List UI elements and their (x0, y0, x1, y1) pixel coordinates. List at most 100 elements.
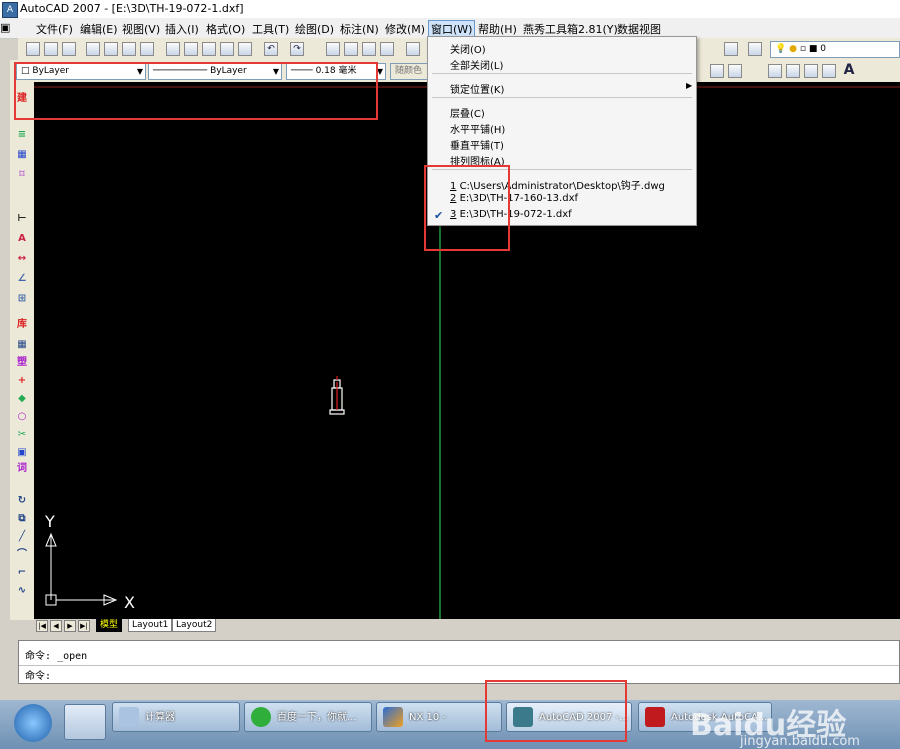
menu-item-cascade[interactable]: 层叠(C) (450, 105, 485, 120)
menu-yanxiu-toolbox[interactable]: 燕秀工具箱2.81(Y) (523, 21, 618, 37)
start-button-icon[interactable] (14, 704, 52, 742)
zoom-previous-icon[interactable] (380, 42, 394, 56)
circle-icon[interactable]: ○ (15, 410, 29, 424)
build-icon[interactable]: 建 (15, 92, 29, 106)
menu-data-view[interactable]: 数据视图 (617, 21, 661, 37)
shape-icon[interactable]: ◆ (15, 392, 29, 406)
menu-format[interactable]: 格式(O) (206, 21, 245, 37)
menu-edit[interactable]: 编辑(E) (80, 21, 118, 37)
autocad-icon[interactable]: A (2, 2, 18, 18)
text-icon[interactable]: A (842, 63, 856, 78)
pan-icon[interactable] (326, 42, 340, 56)
toolpalette-icon[interactable] (724, 42, 738, 56)
taskbar-nx[interactable]: NX 10 - (376, 702, 502, 732)
select-icon[interactable]: ⌑ (15, 168, 29, 182)
color-dropdown[interactable]: □ ByLayer ▼ (16, 63, 146, 80)
menu-draw[interactable]: 绘图(D) (295, 21, 334, 37)
match-properties-icon[interactable] (220, 42, 234, 56)
table-icon[interactable] (822, 64, 836, 78)
last-tab-icon[interactable]: ▶| (78, 620, 90, 632)
menu-item-file-1[interactable]: 1 C:\Users\Administrator\Desktop\钩子.dwg (450, 177, 665, 192)
dim-linear-icon[interactable]: ⊢ (15, 212, 29, 226)
move-icon[interactable] (710, 64, 724, 78)
pinned-app-icon[interactable] (64, 704, 106, 740)
palette-icon[interactable]: ▦ (15, 148, 29, 162)
layer-manager-icon[interactable] (748, 42, 762, 56)
menu-item-lock-position[interactable]: 锁定位置(K) (450, 81, 504, 96)
layers-icon[interactable]: ≡ (15, 128, 29, 142)
linetype-dropdown[interactable]: ────────── ByLayer ▼ (148, 63, 282, 80)
cross-icon[interactable]: + (15, 374, 29, 388)
new-file-icon[interactable] (26, 42, 40, 56)
print-preview-icon[interactable] (104, 42, 118, 56)
cut-icon[interactable] (166, 42, 180, 56)
print-icon[interactable] (86, 42, 100, 56)
menu-insert[interactable]: 插入(I) (165, 21, 199, 37)
doc-control-icon[interactable]: ▣ (0, 21, 10, 34)
layer-color-icon: ■ (808, 44, 818, 54)
line-icon[interactable]: ╱ (15, 530, 29, 544)
block-editor-icon[interactable] (238, 42, 252, 56)
stretch-icon[interactable] (768, 64, 782, 78)
menu-file[interactable]: 文件(F) (36, 21, 73, 37)
first-tab-icon[interactable]: |◀ (36, 620, 48, 632)
plastic-icon[interactable]: 塑 (15, 356, 29, 370)
taskbar-autocad-2007[interactable]: AutoCAD 2007 -... (506, 702, 632, 732)
save-icon[interactable] (62, 42, 76, 56)
properties-icon[interactable] (406, 42, 420, 56)
menu-item-close[interactable]: 关闭(O) (450, 41, 486, 56)
menu-item-file-2[interactable]: 2 E:\3D\TH-17-160-13.dxf (450, 193, 578, 204)
menu-modify[interactable]: 修改(M) (385, 21, 425, 37)
spline-icon[interactable]: ∿ (15, 584, 29, 598)
lineweight-dropdown[interactable]: ──── 0.18 毫米 ▼ (286, 63, 386, 80)
calculator-icon (119, 707, 139, 727)
grid-icon[interactable]: ▦ (15, 338, 29, 352)
menu-tools[interactable]: 工具(T) (252, 21, 289, 37)
copy-icon[interactable] (184, 42, 198, 56)
dimension-icon[interactable] (786, 64, 800, 78)
menu-dimension[interactable]: 标注(N) (340, 21, 379, 37)
prev-tab-icon[interactable]: ◀ (50, 620, 62, 632)
arc-icon[interactable]: ⌒ (15, 548, 29, 562)
copy-objects-icon[interactable]: ⧉ (15, 512, 29, 526)
menu-help[interactable]: 帮助(H) (478, 21, 517, 37)
region-icon[interactable] (804, 64, 818, 78)
taskbar-calculator[interactable]: 计算器 (112, 702, 240, 732)
next-tab-icon[interactable]: ▶ (64, 620, 76, 632)
taskbar-browser[interactable]: 百度一下，你就... (244, 702, 372, 732)
command-window[interactable]: 命令: _open 命令: (18, 640, 900, 684)
tab-layout2[interactable]: Layout2 (172, 619, 217, 632)
refresh-icon[interactable]: ↻ (15, 494, 29, 508)
polyline-icon[interactable]: ⌐ (15, 566, 29, 580)
paste-icon[interactable] (202, 42, 216, 56)
menu-item-tile-vertical[interactable]: 垂直平铺(T) (450, 137, 504, 152)
plotstyle-dropdown[interactable]: 随颜色 (390, 63, 430, 80)
dim-print-icon[interactable]: ⊞ (15, 292, 29, 306)
zoom-realtime-icon[interactable] (344, 42, 358, 56)
dim-align-icon[interactable]: ↔ (15, 252, 29, 266)
zoom-window-icon[interactable] (362, 42, 376, 56)
scissor-icon[interactable]: ✂ (15, 428, 29, 442)
library-icon[interactable]: 库 (15, 318, 29, 332)
menu-item-tile-horizontal[interactable]: 水平平铺(H) (450, 121, 505, 136)
dim-angle-icon[interactable]: ∠ (15, 272, 29, 286)
rotate-icon[interactable] (728, 64, 742, 78)
tab-model[interactable]: 模型 (96, 619, 123, 632)
tab-layout1[interactable]: Layout1 (128, 619, 173, 632)
publish-icon[interactable] (122, 42, 136, 56)
lock-icon: ▫ (799, 44, 806, 54)
layer-dropdown[interactable]: 💡 ● ▫ ■ 0 (770, 41, 900, 58)
menu-view[interactable]: 视图(V) (122, 21, 160, 37)
undo-icon[interactable]: ↶ (264, 42, 278, 56)
globe-icon[interactable] (140, 42, 154, 56)
hook-part-drawing[interactable] (329, 376, 345, 415)
redo-icon[interactable]: ↷ (290, 42, 304, 56)
monitor-icon[interactable]: ▣ (15, 446, 29, 460)
word-icon[interactable]: 词 (15, 462, 29, 476)
menu-item-close-all[interactable]: 全部关闭(L) (450, 57, 503, 72)
dim-text-icon[interactable]: A (15, 232, 29, 246)
menu-item-arrange-icons[interactable]: 排列图标(A) (450, 153, 505, 168)
command-input-line[interactable]: 命令: (25, 667, 51, 682)
open-file-icon[interactable] (44, 42, 58, 56)
menu-item-file-3[interactable]: 3 E:\3D\TH-19-072-1.dxf (450, 209, 572, 220)
